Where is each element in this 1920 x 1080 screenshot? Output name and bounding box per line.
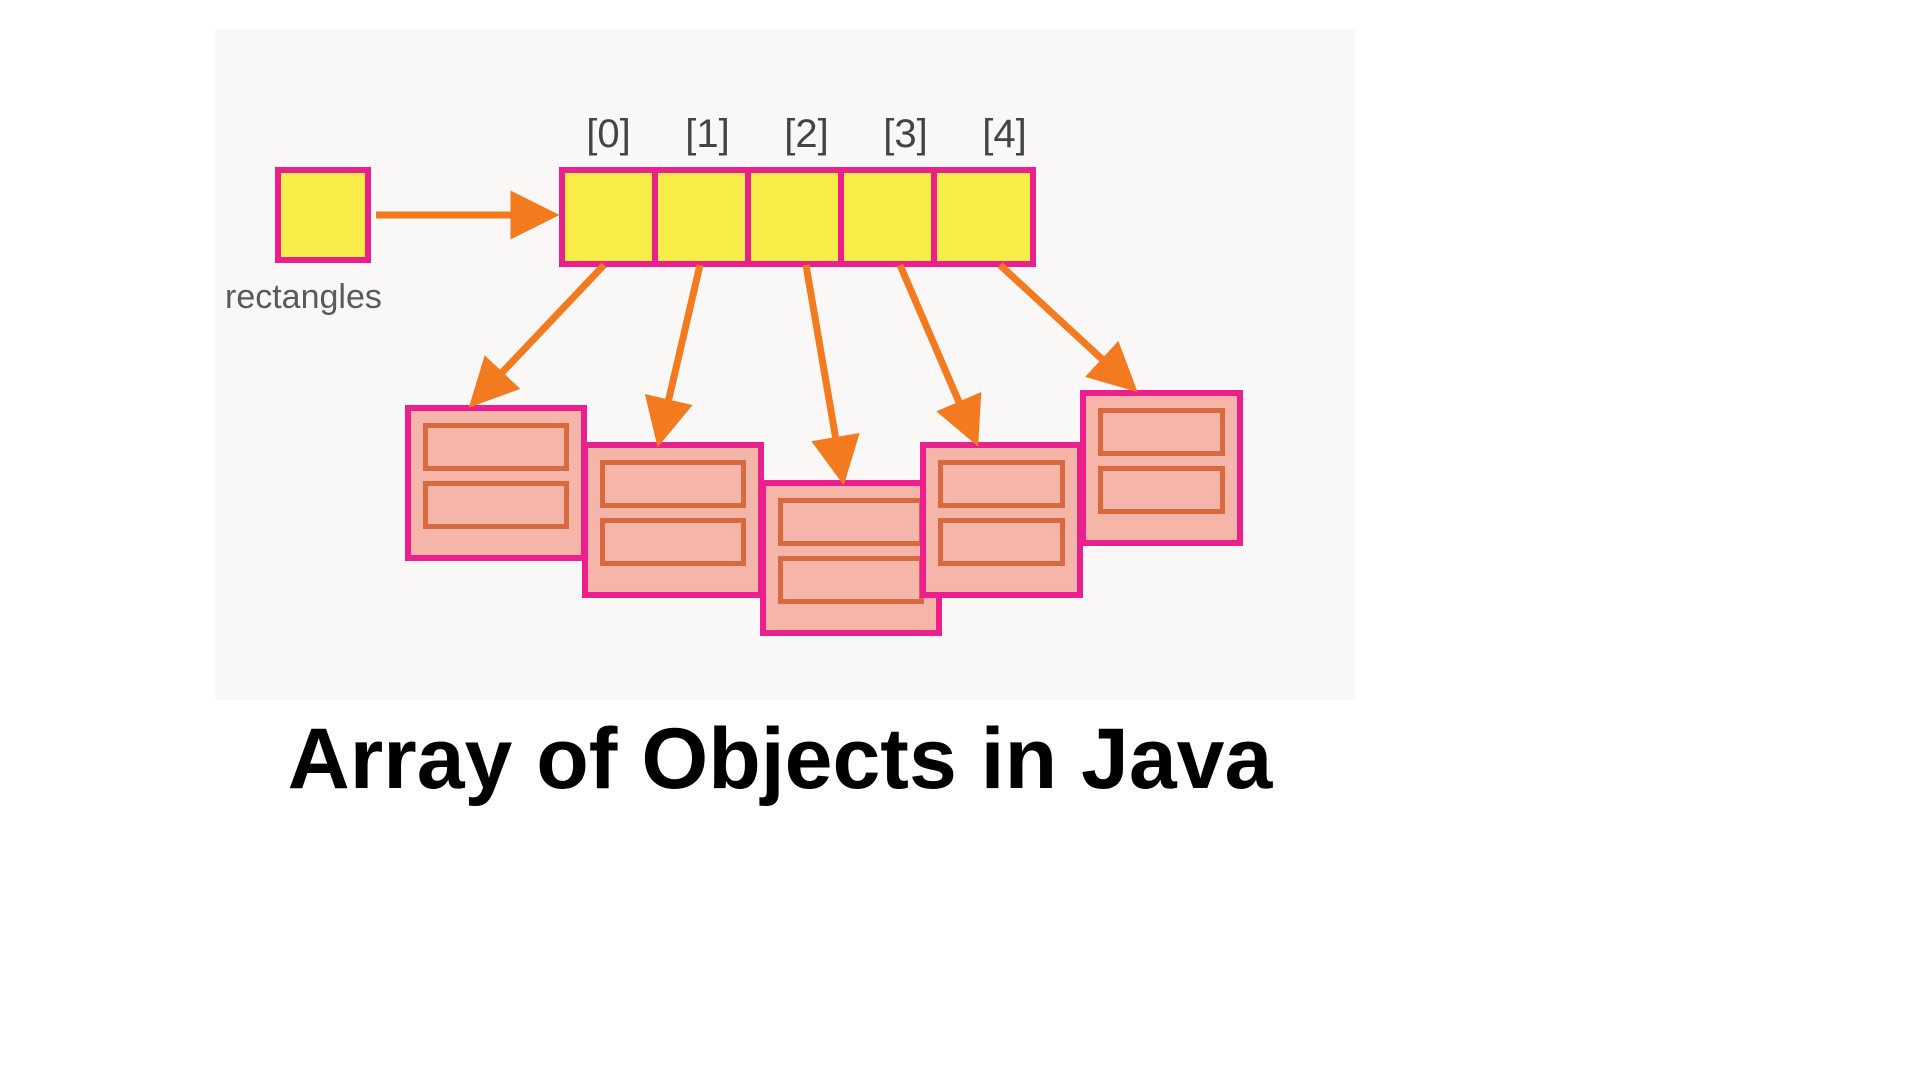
object-field (1098, 466, 1225, 514)
array-cell-2 (751, 173, 844, 261)
object-field (600, 518, 746, 566)
object-box-4 (1080, 390, 1243, 546)
object-field (778, 498, 924, 546)
array-row (559, 167, 1036, 267)
reference-box (275, 167, 371, 263)
object-field (778, 556, 924, 604)
object-field (423, 423, 569, 471)
object-box-2 (760, 480, 942, 636)
index-label-3: [3] (856, 112, 955, 157)
object-box-1 (582, 442, 764, 598)
array-cell-4 (937, 173, 1030, 261)
array-cell-0 (565, 173, 658, 261)
index-label-2: [2] (757, 112, 856, 157)
array-cell-3 (844, 173, 937, 261)
object-field (938, 518, 1065, 566)
index-labels-row: [0] [1] [2] [3] [4] (559, 112, 1054, 157)
index-label-1: [1] (658, 112, 757, 157)
array-cell-1 (658, 173, 751, 261)
index-label-4: [4] (955, 112, 1054, 157)
index-label-0: [0] (559, 112, 658, 157)
object-field (1098, 408, 1225, 456)
reference-label: rectangles (225, 278, 382, 317)
object-field (600, 460, 746, 508)
object-box-0 (405, 405, 587, 561)
object-box-3 (920, 442, 1083, 598)
diagram-title: Array of Objects in Java (0, 710, 1560, 809)
object-field (938, 460, 1065, 508)
object-field (423, 481, 569, 529)
